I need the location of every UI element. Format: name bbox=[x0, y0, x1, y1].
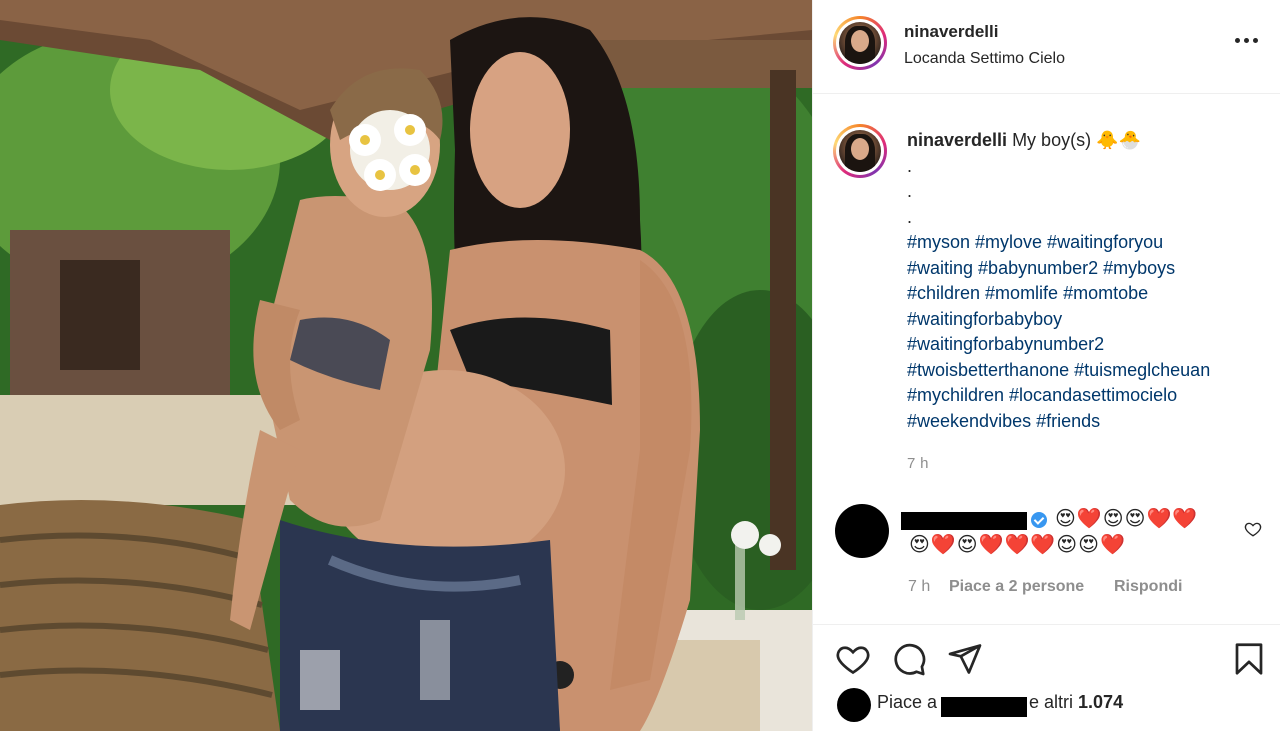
post-location[interactable]: Locanda Settimo Cielo bbox=[904, 50, 1065, 68]
comment-emoji-line2: 😍❤️😍❤️❤️❤️😍😍❤️ bbox=[909, 534, 1126, 556]
post-photo[interactable] bbox=[0, 0, 812, 731]
commenter-username-redacted[interactable] bbox=[901, 512, 1027, 530]
liker-username-redacted[interactable] bbox=[941, 697, 1027, 717]
hashtag-line[interactable]: #waitingforbabyboy bbox=[907, 309, 1062, 329]
likes-prefix: Piace a bbox=[877, 692, 938, 712]
hashtag-line[interactable]: #waiting #babynumber2 #myboys bbox=[907, 258, 1175, 278]
hashtag-line[interactable]: #mychildren #locandasettimocielo bbox=[907, 385, 1177, 405]
hashtag-line[interactable]: #children #momlife #momtobe bbox=[907, 283, 1148, 303]
hashtag-line[interactable]: #twoisbetterthanone #tuismeglcheuan bbox=[907, 360, 1210, 380]
more-options-icon[interactable] bbox=[1235, 36, 1259, 46]
hashtag-line[interactable]: #weekendvibes #friends bbox=[907, 411, 1100, 431]
liker-avatar[interactable] bbox=[837, 688, 871, 722]
post-caption: ninaverdelli My boy(s) 🐥🐣 . . . #myson #… bbox=[907, 128, 1267, 434]
caption-dot: . bbox=[907, 181, 913, 201]
hashtag-line[interactable]: #myson #mylove #waitingforyou bbox=[907, 232, 1163, 252]
post-header: ninaverdelli Locanda Settimo Cielo bbox=[813, 0, 1280, 94]
caption-dot: . bbox=[907, 206, 913, 227]
share-paper-plane-icon[interactable] bbox=[947, 641, 983, 677]
like-heart-icon[interactable] bbox=[835, 641, 871, 677]
commenter-avatar[interactable] bbox=[835, 504, 889, 558]
caption-timestamp[interactable]: 7 h bbox=[907, 455, 929, 472]
caption-first-line: ninaverdelli My boy(s) 🐥🐣 bbox=[907, 128, 1267, 154]
likes-summary[interactable]: e altri 1.074 bbox=[1029, 692, 1123, 713]
save-bookmark-icon[interactable] bbox=[1231, 641, 1267, 677]
verified-badge-icon bbox=[1031, 512, 1047, 528]
comment-reply-button[interactable]: Rispondi bbox=[1114, 578, 1182, 596]
comment-bubble-icon[interactable] bbox=[891, 641, 927, 677]
comment-like-heart-icon[interactable] bbox=[1244, 520, 1262, 538]
comment-timestamp[interactable]: 7 h bbox=[908, 578, 930, 596]
caption-dot: . bbox=[907, 155, 913, 176]
photo-illustration bbox=[0, 0, 812, 731]
caption-hashtags: #myson #mylove #waitingforyou #waiting #… bbox=[907, 230, 1267, 434]
caption-avatar[interactable] bbox=[833, 124, 887, 178]
author-username[interactable]: ninaverdelli bbox=[904, 22, 998, 42]
likes-count: 1.074 bbox=[1078, 692, 1124, 712]
post-panel: ninaverdelli Locanda Settimo Cielo ninav… bbox=[812, 0, 1280, 731]
comment-emoji-line1: 😍❤️😍😍❤️❤️ bbox=[1055, 508, 1199, 530]
comment-likes-count[interactable]: Piace a 2 persone bbox=[949, 578, 1084, 596]
author-avatar[interactable] bbox=[833, 16, 887, 70]
hashtag-line[interactable]: #waitingforbabynumber2 bbox=[907, 334, 1104, 354]
caption-username[interactable]: ninaverdelli bbox=[907, 130, 1007, 150]
caption-text: My boy(s) 🐥🐣 bbox=[1012, 130, 1141, 150]
likes-suffix: e altri bbox=[1029, 692, 1074, 712]
actions-divider bbox=[813, 624, 1280, 625]
